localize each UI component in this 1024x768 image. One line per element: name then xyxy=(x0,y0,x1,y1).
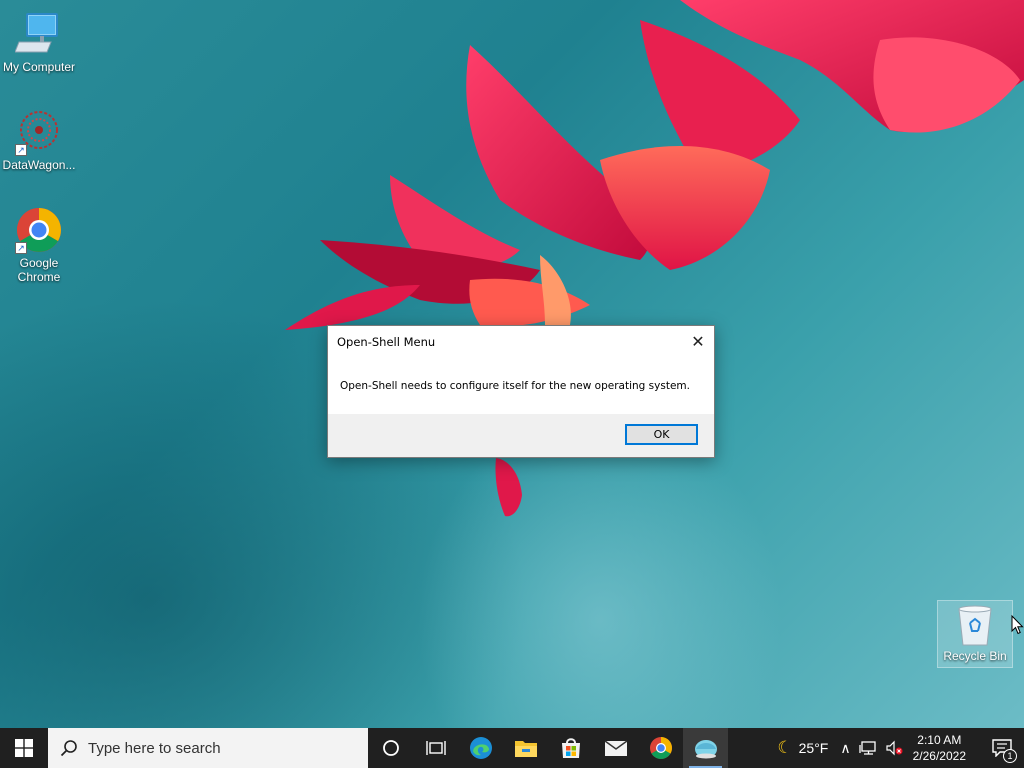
ok-button[interactable]: OK xyxy=(625,424,698,445)
recycle-bin-icon xyxy=(955,605,995,647)
chevron-up-icon[interactable]: ∧ xyxy=(840,740,850,757)
cortana-icon xyxy=(382,740,399,756)
computer-icon xyxy=(14,10,63,58)
system-tray: ☾ 25°F ∧ 2:10 AM 2/26/2022 1 xyxy=(777,728,1024,768)
dialog-title: Open-Shell Menu xyxy=(337,335,436,349)
chrome-icon xyxy=(649,737,672,759)
edge-icon xyxy=(469,737,492,759)
start-button[interactable] xyxy=(0,728,48,768)
task-view-button[interactable] xyxy=(413,728,458,768)
dialog-footer: OK xyxy=(328,414,714,457)
file-explorer-icon xyxy=(514,741,537,757)
taskbar-search-box[interactable]: Type here to search xyxy=(48,728,368,768)
microsoft-store-icon xyxy=(561,738,580,758)
close-button[interactable]: ✕ xyxy=(682,326,714,356)
cortana-button[interactable] xyxy=(368,728,413,768)
clock-date: 2/26/2022 xyxy=(912,749,966,763)
datawagon-icon: ↗ xyxy=(15,108,63,156)
network-icon[interactable] xyxy=(858,740,877,756)
moon-icon: ☾ xyxy=(777,738,793,757)
tray-icons: ∧ xyxy=(840,740,903,757)
search-placeholder: Type here to search xyxy=(88,739,221,757)
clock-time: 2:10 AM xyxy=(917,733,962,747)
mail-icon xyxy=(604,740,627,756)
taskbar-microsoft-store[interactable] xyxy=(548,728,593,768)
close-icon: ✕ xyxy=(691,331,705,351)
desktop-icon-my-computer[interactable]: My Computer xyxy=(0,10,78,74)
task-view-icon xyxy=(425,741,446,755)
shortcut-arrow-icon: ↗ xyxy=(15,144,27,156)
desktop-icon-datawagon[interactable]: ↗ DataWagon... xyxy=(0,108,78,172)
desktop-icon-label: Recycle Bin xyxy=(943,649,1007,663)
taskbar-open-shell[interactable] xyxy=(683,728,728,768)
open-shell-dialog: Open-Shell Menu ✕ Open-Shell needs to co… xyxy=(327,325,715,458)
desktop-icon-label: Google Chrome xyxy=(17,256,61,284)
mouse-cursor-icon xyxy=(1011,615,1024,635)
taskbar-edge[interactable] xyxy=(458,728,503,768)
taskbar-chrome[interactable] xyxy=(638,728,683,768)
chrome-icon: ↗ xyxy=(15,206,63,254)
notification-count-badge: 1 xyxy=(1003,749,1017,763)
shortcut-arrow-icon: ↗ xyxy=(15,242,27,254)
search-icon xyxy=(60,740,77,757)
taskbar-mail[interactable] xyxy=(593,728,638,768)
desktop-icon-recycle-bin[interactable]: Recycle Bin xyxy=(937,600,1013,668)
desktop-icon-label: My Computer xyxy=(2,60,76,74)
desktop-icon-label: DataWagon... xyxy=(2,158,76,172)
desktop[interactable]: My Computer ↗ DataWagon... ↗ Google Chro… xyxy=(0,0,1024,728)
desktop-icon-google-chrome[interactable]: ↗ Google Chrome xyxy=(0,206,78,284)
weather-temp: 25°F xyxy=(798,740,829,756)
taskbar-file-explorer[interactable] xyxy=(503,728,548,768)
weather-widget[interactable]: ☾ 25°F xyxy=(777,738,828,758)
volume-muted-icon[interactable] xyxy=(885,740,903,756)
taskbar: Type here to search ☾ 25°F ∧ 2:10 AM 2/2… xyxy=(0,728,1024,768)
dialog-message: Open-Shell needs to configure itself for… xyxy=(340,380,690,392)
windows-logo-icon xyxy=(15,739,33,757)
taskbar-clock[interactable]: 2:10 AM 2/26/2022 xyxy=(913,732,966,764)
notification-center-button[interactable]: 1 xyxy=(980,728,1024,768)
open-shell-icon xyxy=(694,740,717,759)
